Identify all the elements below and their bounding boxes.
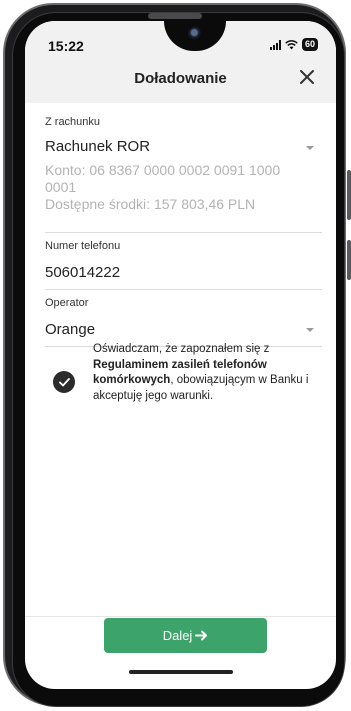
page-title: Doładowanie — [134, 70, 227, 87]
status-time: 15:22 — [48, 38, 84, 54]
volume-button — [347, 170, 351, 220]
checkmark-icon — [58, 377, 70, 386]
account-dropdown-icon[interactable] — [306, 146, 314, 150]
arrow-right-icon — [195, 630, 208, 641]
account-number-line1: Konto: 06 8367 0000 0002 0091 1000 — [45, 162, 281, 178]
consent-text: Oświadczam, że zapoznałem się z Regulami… — [93, 342, 325, 404]
account-number: Konto: 06 8367 0000 0002 0091 1000 0001 … — [45, 162, 315, 213]
power-button — [347, 240, 351, 280]
operator-label: Operator — [45, 297, 89, 309]
next-button-label: Dalej — [162, 628, 193, 643]
operator-dropdown-icon[interactable] — [306, 328, 314, 332]
next-button[interactable]: Dalej — [104, 618, 267, 653]
status-icons: 60 — [269, 38, 318, 51]
earpiece-speaker — [148, 13, 202, 19]
close-icon — [300, 70, 314, 84]
account-label: Z rachunku — [45, 116, 101, 128]
available-funds: Dostępne środki: 157 803,46 PLN — [45, 196, 256, 212]
battery-icon: 60 — [301, 38, 318, 51]
close-button[interactable] — [294, 64, 320, 90]
front-camera-icon — [188, 27, 202, 41]
account-select[interactable]: Rachunek ROR — [45, 138, 150, 155]
footer-divider — [25, 616, 336, 617]
account-number-line2: 0001 — [45, 179, 77, 195]
account-divider — [45, 232, 322, 233]
signal-icon — [269, 39, 281, 50]
operator-select[interactable]: Orange — [45, 321, 95, 338]
phone-input[interactable]: 506014222 — [45, 264, 120, 281]
app-screen: 15:22 60 Doładowanie Z rachunku Rachunek… — [25, 21, 336, 689]
app-header: 15:22 60 Doładowanie — [25, 21, 336, 103]
consent-checkbox[interactable] — [53, 371, 75, 393]
wifi-icon — [285, 39, 298, 49]
consent-intro: Oświadczam, że zapoznałem się z — [93, 343, 270, 355]
home-indicator[interactable] — [129, 670, 233, 674]
phone-divider — [45, 289, 322, 290]
phone-label: Numer telefonu — [45, 240, 121, 252]
